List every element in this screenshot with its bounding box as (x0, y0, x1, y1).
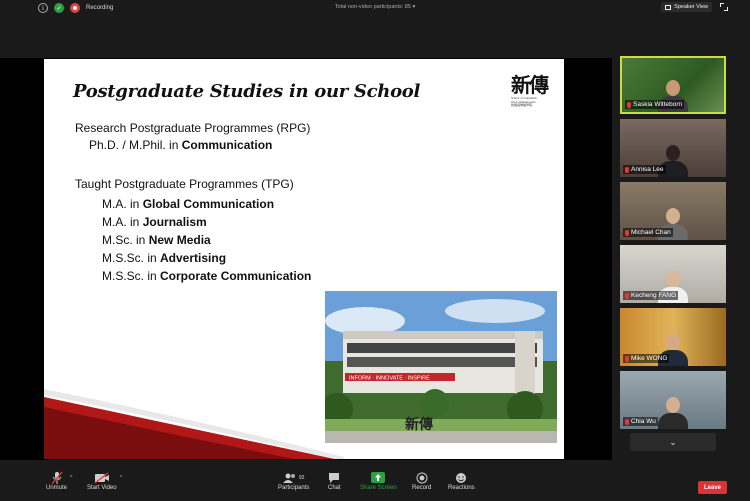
mic-muted-icon (625, 355, 629, 362)
leave-button[interactable]: Leave (698, 481, 727, 494)
logo-subtitle: School of Journalism and Communication 新… (511, 96, 537, 108)
participant-name: Kecheng FANG (631, 292, 677, 299)
tpg-heading: Taught Postgraduate Programmes (TPG) (75, 177, 294, 191)
tpg-item: M.Sc. in New Media (102, 233, 211, 247)
chat-icon (328, 471, 340, 485)
unmute-options-caret[interactable]: ^ (70, 475, 72, 481)
speaker-view-button[interactable]: Speaker View (661, 2, 712, 12)
chat-button[interactable]: Chat (328, 471, 341, 491)
mic-muted-icon (625, 166, 629, 173)
campus-photo: INFORM · INNOVATE · INSPIRE 新傳 (325, 291, 557, 443)
video-off-icon (94, 471, 110, 485)
tpg-item: M.S.Sc. in Corporate Communication (102, 269, 312, 283)
participant-name: Chia Wu (631, 418, 656, 425)
shared-slide: Postgraduate Studies in our School 新傳 Sc… (44, 59, 564, 459)
participants-icon: 92 (282, 471, 305, 485)
mic-muted-icon (627, 101, 631, 108)
start-video-button[interactable]: Start Video (87, 471, 117, 491)
chevron-down-icon: ⌄ (669, 436, 677, 447)
participant-tile[interactable]: Kecheng FANG (620, 245, 726, 303)
meeting-toolbar: Unmute ^ Start Video ^ 92 Participants C… (0, 465, 750, 501)
participants-info[interactable]: Total non-video participants: 85 ▾ (0, 4, 750, 10)
slide-title: Postgraduate Studies in our School (73, 81, 421, 102)
rpg-heading: Research Postgraduate Programmes (RPG) (75, 121, 311, 135)
tpg-list: M.A. in Global Communication M.A. in Jou… (102, 195, 311, 285)
video-options-caret[interactable]: ^ (120, 475, 122, 481)
unmute-button[interactable]: Unmute (46, 471, 67, 491)
participant-tile[interactable]: Annisa Lee (620, 119, 726, 177)
participants-button[interactable]: 92 Participants (278, 471, 309, 491)
record-icon (416, 471, 428, 485)
school-logo: 新傳 School of Journalism and Communicatio… (511, 75, 557, 108)
rpg-item: Ph.D. / M.Phil. in Communication (89, 138, 273, 152)
participant-name: Michael Chan (631, 229, 671, 236)
mic-muted-icon (625, 418, 629, 425)
reactions-icon (455, 471, 467, 485)
meeting-top-bar: i ✓ Recording Total non-video participan… (0, 0, 750, 17)
participants-count: 92 (298, 475, 305, 481)
tpg-item: M.A. in Journalism (102, 215, 207, 229)
photo-banner-text: INFORM · INNOVATE · INSPIRE (349, 376, 430, 382)
grid-icon (665, 4, 672, 10)
tpg-item: M.A. in Global Communication (102, 197, 275, 211)
participant-tile[interactable]: Chia Wu (620, 371, 726, 429)
share-screen-icon (371, 471, 386, 485)
photo-sign-text: 新傳 (405, 416, 433, 433)
logo-characters: 新傳 (511, 73, 549, 97)
chevron-down-icon: ▾ (412, 4, 416, 10)
reactions-button[interactable]: Reactions (448, 471, 475, 491)
mic-muted-icon (625, 229, 629, 236)
fullscreen-icon[interactable] (720, 3, 728, 11)
participant-name: Mike WONG (631, 355, 668, 362)
gallery-scroll-down-button[interactable]: ⌄ (630, 433, 716, 451)
red-swoosh-decoration (44, 389, 344, 459)
participant-name: Annisa Lee (631, 166, 664, 173)
mic-muted-icon (51, 471, 63, 485)
participant-tile[interactable]: Mike WONG (620, 308, 726, 366)
share-screen-button[interactable]: Share Screen (360, 471, 397, 491)
participant-name: Saskia Witteborn (633, 101, 683, 108)
participant-tile[interactable]: Saskia Witteborn (620, 56, 726, 114)
mic-muted-icon (625, 292, 629, 299)
tpg-item: M.S.Sc. in Advertising (102, 251, 227, 265)
record-button[interactable]: Record (412, 471, 431, 491)
participant-tile[interactable]: Michael Chan (620, 182, 726, 240)
